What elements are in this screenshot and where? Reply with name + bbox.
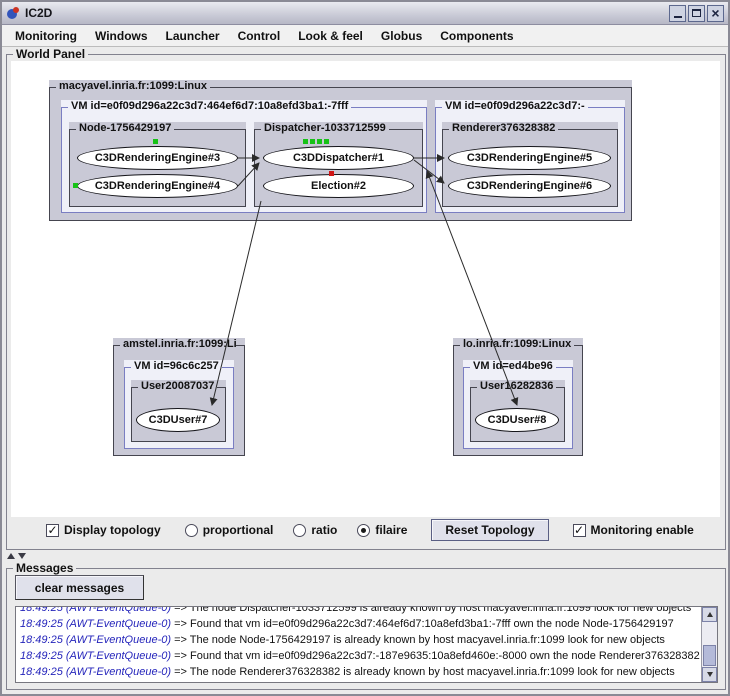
- vm-title: VM id=ed4be96: [470, 360, 556, 372]
- log-line: 18:49:25 (AWT-EventQueue-0) => Found tha…: [20, 650, 700, 662]
- menubar: Monitoring Windows Launcher Control Look…: [2, 25, 728, 47]
- filaire-radio[interactable]: [357, 523, 371, 537]
- log-line: 18:49:25 (AWT-EventQueue-0) => The node …: [20, 606, 692, 614]
- world-panel-title: World Panel: [13, 47, 89, 61]
- request-queue-dot-green: [310, 139, 315, 144]
- menu-control[interactable]: Control: [229, 27, 290, 45]
- active-object-c3duser7[interactable]: C3DUser#7: [136, 408, 220, 432]
- node-title: Node-1756429197: [76, 122, 175, 134]
- node-title: Dispatcher-1033712599: [261, 122, 389, 134]
- monitoring-enable-checkbox[interactable]: [572, 523, 586, 537]
- log-line: 18:49:25 (AWT-EventQueue-0) => The node …: [20, 666, 675, 678]
- active-object-c3drenderingengine5[interactable]: C3DRenderingEngine#5: [448, 146, 611, 170]
- request-queue-dot-green: [317, 139, 322, 144]
- proportional-radio[interactable]: [184, 523, 198, 537]
- messages-log[interactable]: 18:49:25 (AWT-EventQueue-0) => The node …: [15, 606, 718, 683]
- split-divider[interactable]: [2, 551, 728, 561]
- status-dot-red: [329, 171, 334, 176]
- ratio-radio[interactable]: [293, 523, 307, 537]
- menu-components[interactable]: Components: [431, 27, 522, 45]
- world-canvas: macyavel.inria.fr:1099:Linux VM id=e0f09…: [11, 61, 720, 517]
- vm-box-3[interactable]: VM id=96c6c257 User20087037 C3DUser#7: [124, 360, 234, 449]
- node-box-node-1756429197[interactable]: Node-1756429197 C3DRenderingEngine#3 C3D…: [69, 122, 246, 207]
- node-box-dispatcher-1033712599[interactable]: Dispatcher-1033712599 C3DDispatcher#1 El…: [254, 122, 423, 207]
- active-object-c3drenderingengine4[interactable]: C3DRenderingEngine#4: [77, 174, 238, 198]
- node-title: User16282836: [477, 380, 556, 392]
- topology-controls: Display topology proportional ratio fila…: [10, 515, 722, 545]
- titlebar[interactable]: IC2D: [2, 2, 728, 25]
- node-box-renderer376328382[interactable]: Renderer376328382 C3DRenderingEngine#5 C…: [442, 122, 618, 207]
- activity-dot-green: [73, 183, 78, 188]
- arrow-up-icon: [706, 612, 713, 617]
- vm-box-4[interactable]: VM id=ed4be96 User16282836 C3DUser#8: [463, 360, 573, 449]
- window-title: IC2D: [25, 6, 53, 20]
- menu-look-and-feel[interactable]: Look & feel: [289, 27, 372, 45]
- vm-title: VM id=e0f09d296a22c3d7:-: [442, 100, 588, 112]
- menu-windows[interactable]: Windows: [86, 27, 157, 45]
- menu-launcher[interactable]: Launcher: [157, 27, 229, 45]
- split-collapse-down-button[interactable]: [18, 553, 26, 559]
- vm-box-2[interactable]: VM id=e0f09d296a22c3d7:- Renderer3763283…: [435, 100, 625, 213]
- log-line: 18:49:25 (AWT-EventQueue-0) => The node …: [20, 634, 665, 646]
- menu-monitoring[interactable]: Monitoring: [6, 27, 86, 45]
- active-object-c3drenderingengine6[interactable]: C3DRenderingEngine#6: [448, 174, 611, 198]
- host-box-amstel[interactable]: amstel.inria.fr:1099:Linux VM id=96c6c25…: [113, 338, 245, 456]
- minimize-button[interactable]: [669, 4, 686, 22]
- display-topology-label: Display topology: [64, 523, 161, 537]
- activity-dot-green: [153, 139, 158, 144]
- maximize-icon: [692, 9, 701, 17]
- monitoring-enable-label: Monitoring enable: [590, 523, 694, 537]
- scrollbar-thumb[interactable]: [703, 645, 716, 666]
- ratio-control: ratio: [293, 523, 337, 537]
- messages-scrollbar[interactable]: [701, 607, 717, 682]
- arrow-down-icon: [706, 672, 713, 677]
- maximize-button[interactable]: [688, 4, 705, 22]
- ratio-label: ratio: [311, 523, 338, 537]
- vm-title: VM id=e0f09d296a22c3d7:464ef6d7:10a8efd3…: [68, 100, 352, 112]
- messages-panel: Messages clear messages 18:49:25 (AWT-Ev…: [6, 561, 726, 690]
- node-title: Renderer376328382: [449, 122, 559, 134]
- host-title: amstel.inria.fr:1099:Linux: [120, 338, 236, 350]
- active-object-c3duser8[interactable]: C3DUser#8: [475, 408, 559, 432]
- filaire-control: filaire: [357, 523, 407, 537]
- messages-panel-title: Messages: [13, 561, 77, 575]
- host-box-macyavel[interactable]: macyavel.inria.fr:1099:Linux VM id=e0f09…: [49, 80, 632, 221]
- app-window: IC2D Monitoring Windows Launcher Control…: [0, 0, 730, 696]
- vm-title: VM id=96c6c257: [131, 360, 222, 372]
- active-object-election2[interactable]: Election#2: [263, 174, 414, 198]
- active-object-c3ddispatcher1[interactable]: C3DDispatcher#1: [263, 146, 414, 170]
- vm-box-1[interactable]: VM id=e0f09d296a22c3d7:464ef6d7:10a8efd3…: [61, 100, 427, 213]
- request-queue-dot-green: [324, 139, 329, 144]
- log-line: 18:49:25 (AWT-EventQueue-0) => Found tha…: [20, 618, 674, 630]
- filaire-label: filaire: [375, 523, 408, 537]
- host-box-lo[interactable]: lo.inria.fr:1099:Linux VM id=ed4be96 Use…: [453, 338, 583, 456]
- world-panel: World Panel macyavel.inria.fr:1099:Linux…: [6, 47, 726, 550]
- display-topology-control: Display topology: [46, 523, 161, 537]
- display-topology-checkbox[interactable]: [46, 523, 59, 537]
- scroll-down-button[interactable]: [702, 667, 717, 682]
- clear-messages-button[interactable]: clear messages: [15, 575, 144, 600]
- host-title: lo.inria.fr:1099:Linux: [460, 338, 574, 350]
- active-object-c3drenderingengine3[interactable]: C3DRenderingEngine#3: [77, 146, 238, 170]
- close-button[interactable]: [707, 4, 724, 22]
- menu-globus[interactable]: Globus: [372, 27, 431, 45]
- host-title: macyavel.inria.fr:1099:Linux: [56, 80, 210, 92]
- node-title: User20087037: [138, 380, 217, 392]
- proportional-label: proportional: [202, 523, 274, 537]
- proportional-control: proportional: [184, 523, 274, 537]
- node-box-user16282836[interactable]: User16282836 C3DUser#8: [470, 380, 565, 442]
- monitoring-enable-control: Monitoring enable: [572, 523, 694, 537]
- log-lines: 18:49:25 (AWT-EventQueue-0) => The node …: [20, 606, 700, 680]
- minimize-icon: [673, 16, 682, 18]
- split-collapse-up-button[interactable]: [7, 553, 15, 559]
- request-queue-dot-green: [303, 139, 308, 144]
- window-controls: [669, 4, 724, 22]
- app-icon: [6, 6, 20, 20]
- reset-topology-button[interactable]: Reset Topology: [431, 519, 549, 541]
- node-box-user20087037[interactable]: User20087037 C3DUser#7: [131, 380, 226, 442]
- scroll-up-button[interactable]: [702, 607, 717, 622]
